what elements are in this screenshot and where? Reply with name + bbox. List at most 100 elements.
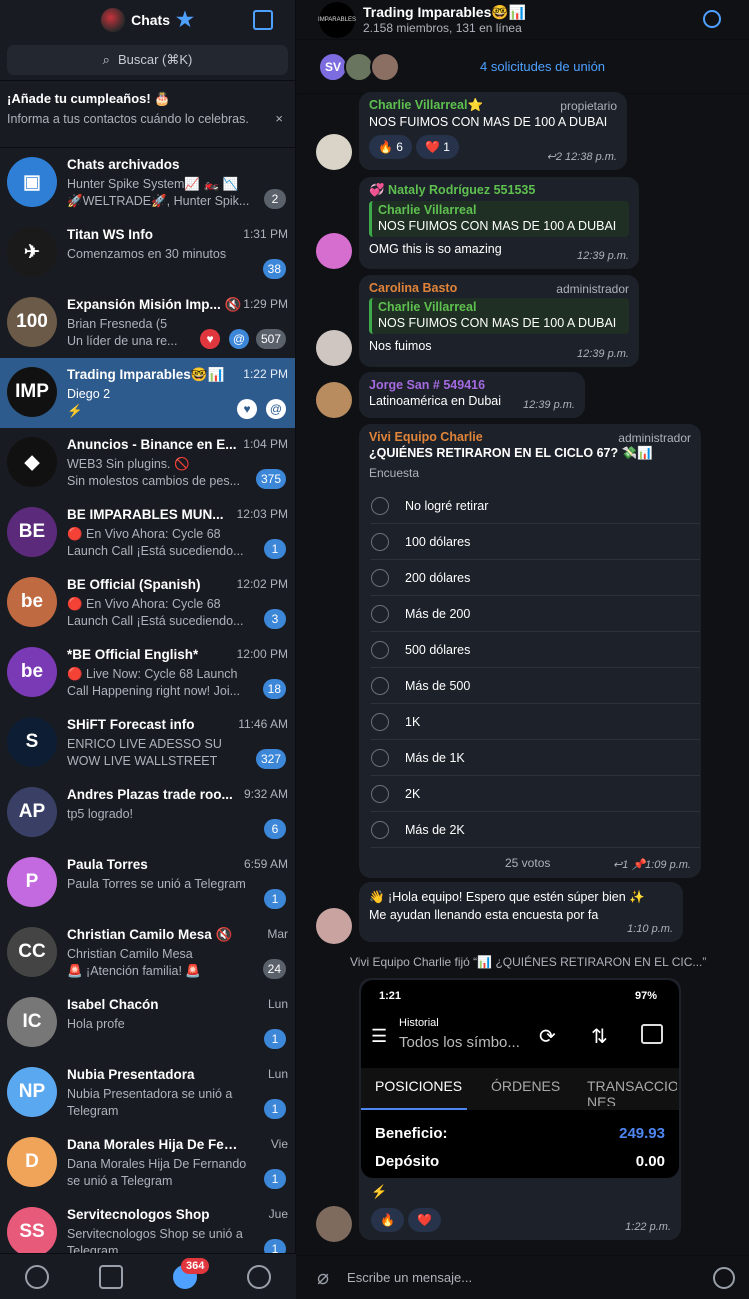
- chat-name: Servitecnologos Shop: [67, 1207, 210, 1222]
- reaction-fire[interactable]: 🔥 6: [369, 135, 412, 159]
- unread-count: 3: [264, 609, 286, 629]
- star-icon[interactable]: ★: [176, 10, 194, 30]
- radio-icon[interactable]: [371, 820, 389, 839]
- poll-option-label: 500 dólares: [405, 642, 471, 657]
- radio-icon[interactable]: [371, 532, 389, 551]
- message-text: Me ayudan llenando esta encuesta por fa: [369, 908, 599, 922]
- chat-preview: ENRICO LIVE ADESSO SU: [67, 737, 222, 751]
- conversation-header[interactable]: IMPARABLES Trading Imparables🤓📊 2.158 mi…: [297, 0, 749, 40]
- chat-item[interactable]: CC Christian Camilo Mesa 🔇 Mar Christian …: [0, 918, 295, 988]
- sender-avatar[interactable]: [316, 134, 352, 170]
- message-bubble[interactable]: 1:21 97% ☰ Historial Todos los símbo... …: [359, 978, 681, 1240]
- radio-icon[interactable]: [371, 604, 389, 623]
- chat-item[interactable]: BE BE IMPARABLES MUN... 12:03 PM 🔴 En Viv…: [0, 498, 295, 568]
- radio-icon[interactable]: [371, 748, 389, 767]
- chat-item[interactable]: ✈ Titan WS Info 1:31 PM Comenzamos en 30 …: [0, 218, 295, 288]
- reaction-heart[interactable]: ❤️ 1: [415, 135, 459, 159]
- chat-item[interactable]: P Paula Torres 6:59 AM Paula Torres se un…: [0, 848, 295, 918]
- search-input[interactable]: ⌕ Buscar (⌘K): [7, 45, 288, 75]
- sender-avatar[interactable]: [316, 908, 352, 944]
- contacts-icon[interactable]: [25, 1264, 49, 1289]
- calls-icon[interactable]: [99, 1264, 123, 1289]
- close-icon[interactable]: ×: [275, 111, 283, 126]
- message-text: NOS FUIMOS CON MAS DE 100 A DUBAI: [369, 115, 608, 129]
- chat-item[interactable]: D Dana Morales Hija De Ferna... Vie Dana …: [0, 1128, 295, 1198]
- birthday-banner[interactable]: ¡Añade tu cumpleaños! 🎂 Informa a tus co…: [0, 80, 295, 148]
- sender-avatar[interactable]: [316, 1206, 352, 1242]
- emoji-icon[interactable]: [713, 1266, 735, 1289]
- radio-icon[interactable]: [371, 496, 389, 515]
- chat-preview: Telegram: [67, 1104, 119, 1118]
- chat-name: Nubia Presentadora: [67, 1067, 195, 1082]
- reply-quote[interactable]: Charlie Villarreal NOS FUIMOS CON MAS DE …: [369, 201, 629, 237]
- chat-time: 1:04 PM: [243, 437, 288, 451]
- chat-item[interactable]: AP Andres Plazas trade roo... 9:32 AM tp5…: [0, 778, 295, 848]
- message-bubble[interactable]: 👋 ¡Hola equipo! Espero que estén súper b…: [359, 882, 683, 942]
- reply-quote[interactable]: Charlie Villarreal NOS FUIMOS CON MAS DE …: [369, 298, 629, 334]
- pinned-notice[interactable]: Vivi Equipo Charlie fijó “📊 ¿QUIÉNES RET…: [350, 955, 706, 969]
- chat-time: 12:02 PM: [236, 577, 288, 591]
- chat-time: 1:29 PM: [243, 297, 288, 311]
- poll-option[interactable]: Más de 1K: [371, 740, 700, 776]
- join-requests-bar[interactable]: SV 4 solicitudes de unión: [297, 40, 749, 94]
- poll-option[interactable]: 200 dólares: [371, 560, 700, 596]
- message-bubble[interactable]: 💞 Nataly Rodríguez 551535 Charlie Villar…: [359, 177, 639, 269]
- poll-option[interactable]: No logré retirar: [371, 488, 700, 524]
- chat-preview: WEB3 Sin plugins. 🚫: [67, 457, 190, 471]
- chat-avatar: be: [7, 577, 57, 627]
- chat-name: *BE Official English*: [67, 647, 199, 662]
- poll-option-label: Más de 500: [405, 678, 471, 693]
- message-time: 12:39 p.m.: [577, 250, 629, 262]
- chat-name: Paula Torres: [67, 857, 148, 872]
- chat-item[interactable]: ▣ Chats archivados Hunter Spike System📈 …: [0, 148, 295, 218]
- radio-icon[interactable]: [371, 568, 389, 587]
- message-input[interactable]: Escribe un mensaje...: [347, 1270, 713, 1285]
- chat-avatar: P: [7, 857, 57, 907]
- poll-option[interactable]: Más de 500: [371, 668, 700, 704]
- message-bubble[interactable]: Carolina Basto administrador Charlie Vil…: [359, 275, 639, 367]
- unread-count: 1: [264, 889, 286, 909]
- profile-avatar[interactable]: [101, 8, 126, 32]
- search-icon[interactable]: [703, 10, 721, 28]
- sender-avatar[interactable]: [316, 330, 352, 366]
- group-avatar[interactable]: IMPARABLES: [318, 1, 356, 38]
- poll-option[interactable]: 2K: [371, 776, 700, 812]
- screenshot-image[interactable]: 1:21 97% ☰ Historial Todos los símbo... …: [361, 980, 679, 1178]
- poll-option[interactable]: Más de 200: [371, 596, 700, 632]
- poll-option[interactable]: 100 dólares: [371, 524, 700, 560]
- chat-preview: Christian Camilo Mesa: [67, 947, 193, 961]
- chat-item[interactable]: 100 Expansión Misión Imp... 🔇 1:29 PM Bri…: [0, 288, 295, 358]
- chat-name: Isabel Chacón: [67, 997, 159, 1012]
- poll-option[interactable]: 500 dólares: [371, 632, 700, 668]
- radio-icon[interactable]: [371, 676, 389, 695]
- left-header: Chats ★: [0, 0, 295, 40]
- reaction-heart[interactable]: ❤️: [407, 1208, 441, 1232]
- radio-icon[interactable]: [371, 784, 389, 803]
- poll-votes[interactable]: 25 votos: [505, 856, 550, 870]
- sender-avatar[interactable]: [316, 382, 352, 418]
- radio-icon[interactable]: [371, 712, 389, 731]
- sender-role: administrador: [618, 431, 691, 445]
- heart-icon: ♥: [200, 329, 220, 349]
- chat-item[interactable]: ◆ Anuncios - Binance en E... 1:04 PM WEB3…: [0, 428, 295, 498]
- chat-item[interactable]: NP Nubia Presentadora Lun Nubia Presentad…: [0, 1058, 295, 1128]
- mention-icon: @: [229, 329, 249, 349]
- chat-preview: 🚨 ¡Atención familia! 🚨: [67, 964, 201, 978]
- chat-item[interactable]: IC Isabel Chacón Lun Hola profe 1: [0, 988, 295, 1058]
- attach-icon[interactable]: ⌀: [317, 1265, 329, 1290]
- settings-icon[interactable]: [247, 1264, 271, 1289]
- poll-option[interactable]: Más de 2K: [371, 812, 700, 848]
- chat-item[interactable]: be *BE Official English* 12:00 PM 🔴 Live …: [0, 638, 295, 708]
- message-bubble[interactable]: Charlie Villarreal⭐ propietario NOS FUIM…: [359, 92, 627, 170]
- chat-preview: Nubia Presentadora se unió a: [67, 1087, 233, 1101]
- radio-icon[interactable]: [371, 640, 389, 659]
- chat-item[interactable]: be BE Official (Spanish) 12:02 PM 🔴 En Vi…: [0, 568, 295, 638]
- message-bubble[interactable]: Jorge San # 549416 Latinoamérica en Duba…: [359, 372, 585, 418]
- poll-option[interactable]: 1K: [371, 704, 700, 740]
- chat-avatar: ✈: [7, 227, 57, 277]
- chat-item[interactable]: S SHiFT Forecast info 11:46 AM ENRICO LIV…: [0, 708, 295, 778]
- sender-avatar[interactable]: [316, 233, 352, 269]
- chat-item[interactable]: IMP Trading Imparables🤓📊 1:22 PM Diego 2 …: [0, 358, 295, 428]
- compose-icon[interactable]: [253, 10, 273, 30]
- reaction-fire[interactable]: 🔥: [371, 1208, 404, 1232]
